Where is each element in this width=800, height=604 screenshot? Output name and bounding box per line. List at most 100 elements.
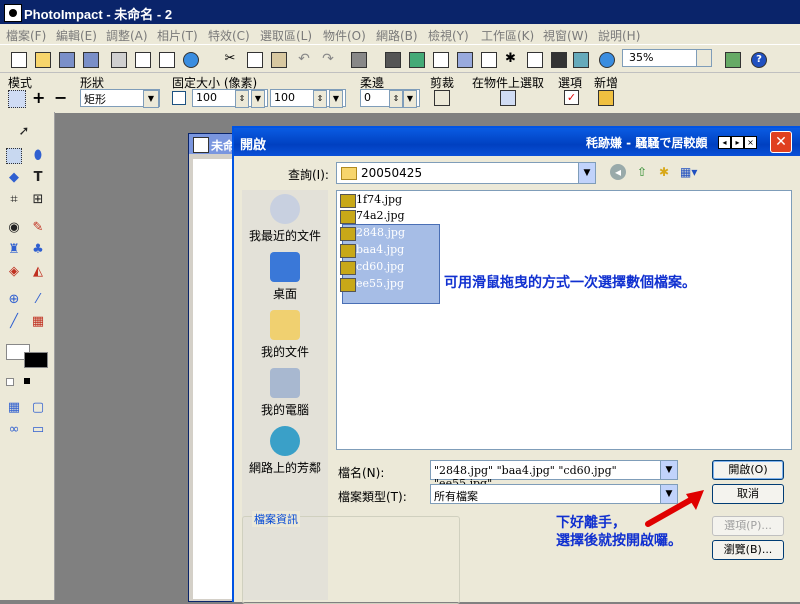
lasso-tool-icon[interactable]: ⬮ <box>30 148 46 164</box>
paste-button[interactable] <box>270 51 287 68</box>
feather-field[interactable]: 0 ⇕ ▼ <box>360 89 420 108</box>
menu-web[interactable]: 網路(B) <box>376 27 418 44</box>
chart-button[interactable] <box>456 51 473 68</box>
layout-button[interactable] <box>432 51 449 68</box>
frame-tool-icon[interactable]: ▢ <box>30 400 46 416</box>
clone-tool-icon[interactable]: ♜ <box>6 242 22 258</box>
frame-button[interactable] <box>550 51 567 68</box>
look-in-combo[interactable]: 20050425 ▼ <box>336 162 596 184</box>
menu-photo[interactable]: 相片(T) <box>157 27 198 44</box>
chevron-down-icon[interactable]: ▼ <box>143 90 159 108</box>
default-color-icon[interactable] <box>6 378 14 386</box>
cut-button[interactable]: ✂ <box>222 51 238 67</box>
filetype-select[interactable]: 所有檔案 ▼ <box>430 484 678 504</box>
menu-effect[interactable]: 特效(C) <box>208 27 250 44</box>
eraser-tool-icon[interactable]: ◈ <box>6 264 22 280</box>
perspective-tool-icon[interactable]: ⊞ <box>30 192 46 208</box>
menu-view[interactable]: 檢視(Y) <box>428 27 469 44</box>
zoom-preview-button[interactable] <box>158 51 175 68</box>
place-my-computer[interactable]: 我的電腦 <box>242 368 328 418</box>
menu-selection[interactable]: 選取區(L) <box>260 27 312 44</box>
pick-tool-icon[interactable]: ➚ <box>16 124 32 140</box>
options-check-icon[interactable]: ✓ <box>564 90 579 105</box>
link-tool-icon[interactable]: ∞ <box>6 422 22 438</box>
place-desktop[interactable]: 桌面 <box>242 252 328 302</box>
text-tool-icon[interactable]: T <box>30 170 46 186</box>
print-button[interactable] <box>110 51 127 68</box>
transform-tool-icon[interactable]: ◆ <box>6 170 22 186</box>
fill-tool-icon[interactable]: ◭ <box>30 264 46 280</box>
open-button[interactable]: 開啟(O) <box>712 460 784 480</box>
add-icon[interactable] <box>598 90 614 106</box>
browser-button[interactable] <box>598 51 615 68</box>
selection-tool-icon[interactable] <box>6 148 22 164</box>
eye-tool-icon[interactable]: ◉ <box>6 220 22 236</box>
view-menu-icon[interactable]: ▦▾ <box>680 164 697 180</box>
effect-button[interactable]: ✱ <box>504 51 520 67</box>
eyedropper-tool-icon[interactable]: ⁄ <box>30 292 46 308</box>
browse-button[interactable]: 瀏覽(B)... <box>712 540 784 560</box>
width-field[interactable]: 100 ⇕ ▼ <box>192 89 268 108</box>
save-button[interactable] <box>58 51 75 68</box>
place-network[interactable]: 網路上的芳鄰 <box>242 426 328 476</box>
menu-adjust[interactable]: 調整(A) <box>106 27 148 44</box>
menu-object[interactable]: 物件(O) <box>323 27 366 44</box>
line-tool-icon[interactable]: ╱ <box>6 314 22 330</box>
filter-button[interactable] <box>480 51 497 68</box>
new-folder-icon[interactable]: ✱ <box>656 164 672 180</box>
grid-tool-icon[interactable]: ▦ <box>6 400 22 416</box>
mode-add-icon[interactable]: + <box>32 88 45 107</box>
background-color-swatch[interactable] <box>24 352 48 368</box>
up-folder-icon[interactable]: ⇧ <box>634 164 650 180</box>
crop-tool-icon[interactable]: ⌗ <box>6 192 22 208</box>
filename-input[interactable]: "2848.jpg" "baa4.jpg" "cd60.jpg" "ee55.j… <box>430 460 678 490</box>
gallery-button[interactable] <box>572 51 589 68</box>
open-button[interactable] <box>34 51 51 68</box>
shape-select[interactable]: 矩形 ▼ <box>80 89 160 108</box>
menu-file[interactable]: 檔案(F) <box>6 27 46 44</box>
select-on-object-icon[interactable] <box>500 90 516 106</box>
ruler-tool-icon[interactable]: ▭ <box>30 422 46 438</box>
palette-button[interactable] <box>724 51 741 68</box>
print-preview-button[interactable] <box>134 51 151 68</box>
spin-arrows-icon[interactable]: ⇕ <box>389 90 403 108</box>
camera-button[interactable] <box>384 51 401 68</box>
dialog-title-bar[interactable]: 開啟 秏跡嫌 - 騷騷で居較頗 ◂ ▸ × ✕ <box>234 128 800 156</box>
chevron-down-icon[interactable]: ▼ <box>403 90 417 108</box>
undo-button[interactable]: ↶ <box>296 51 312 67</box>
spin-arrows-icon[interactable]: ⇕ <box>313 90 327 108</box>
document-canvas[interactable] <box>193 159 233 599</box>
swap-color-icon[interactable] <box>24 378 30 384</box>
close-button[interactable]: ✕ <box>770 131 792 153</box>
menu-window[interactable]: 視窗(W) <box>543 27 588 44</box>
height-field[interactable]: 100 ⇕ ▼ <box>270 89 346 108</box>
zoom-tool-icon[interactable]: ⊕ <box>6 292 22 308</box>
help-button[interactable]: ? <box>750 51 767 68</box>
back-icon[interactable]: ◂ <box>610 164 626 180</box>
shape-tool-icon[interactable]: ▦ <box>30 314 46 330</box>
chevron-down-icon[interactable]: ▼ <box>578 163 595 183</box>
menu-edit[interactable]: 編輯(E) <box>56 27 97 44</box>
options-button[interactable]: 選項(P)... <box>712 516 784 536</box>
scan-button[interactable] <box>350 51 367 68</box>
menu-help[interactable]: 說明(H) <box>598 27 640 44</box>
mode-new-selection-icon[interactable] <box>8 90 26 108</box>
spin-arrows-icon[interactable]: ⇕ <box>235 90 249 108</box>
fixed-size-checkbox[interactable] <box>172 91 186 105</box>
chevron-down-icon[interactable]: ▼ <box>660 461 677 479</box>
tiny-next-icon[interactable]: ▸ <box>731 136 744 149</box>
copy-button[interactable] <box>246 51 263 68</box>
tiny-close-icon[interactable]: × <box>744 136 757 149</box>
stamp-tool-icon[interactable]: ♣ <box>30 242 46 258</box>
save-as-button[interactable] <box>82 51 99 68</box>
chevron-down-icon[interactable]: ▼ <box>329 90 343 108</box>
paint-tool-icon[interactable]: ✎ <box>30 220 46 236</box>
redo-button[interactable]: ↷ <box>320 51 336 67</box>
menu-workspace[interactable]: 工作區(K) <box>481 27 534 44</box>
chevron-down-icon[interactable] <box>696 50 711 66</box>
image-button[interactable] <box>408 51 425 68</box>
place-my-documents[interactable]: 我的文件 <box>242 310 328 360</box>
mode-subtract-icon[interactable]: − <box>54 88 67 107</box>
web-button[interactable] <box>182 51 199 68</box>
zoom-combo[interactable]: 35% <box>622 49 712 67</box>
